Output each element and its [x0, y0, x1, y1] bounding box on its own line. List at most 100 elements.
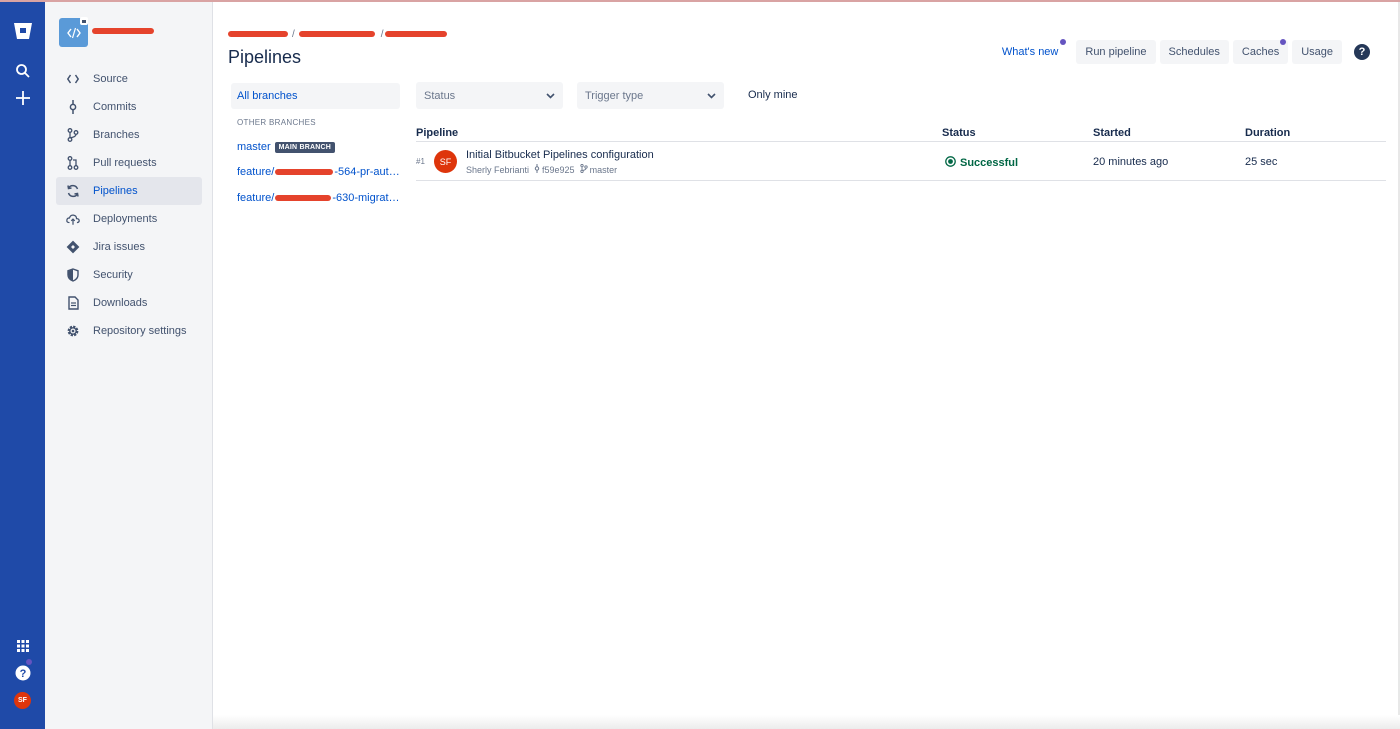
- header-actions: What's new Run pipeline Schedules Caches…: [994, 39, 1370, 64]
- cloud-upload-icon: [66, 212, 80, 226]
- branch-ticket-redacted: [275, 169, 334, 175]
- global-nav: ? SF: [0, 2, 45, 729]
- sidebar-item-downloads[interactable]: Downloads: [56, 289, 202, 317]
- pull-request-icon: [66, 156, 80, 170]
- breadcrumb: / /: [228, 28, 447, 40]
- commit-hash-link[interactable]: f59e925: [542, 165, 575, 175]
- trigger-type-filter-select[interactable]: Trigger type: [577, 82, 724, 109]
- branch-item-feature-630[interactable]: feature/ -630-migrat…: [237, 192, 400, 204]
- author-avatar: SF: [434, 150, 457, 173]
- branch-prefix: feature/: [237, 166, 275, 178]
- app-switcher-icon[interactable]: [12, 635, 34, 657]
- branch-item-master[interactable]: master MAIN BRANCH: [237, 141, 335, 153]
- sidebar-item-pipelines[interactable]: Pipelines: [56, 177, 202, 205]
- column-header-pipeline: Pipeline: [416, 127, 459, 139]
- bitbucket-logo-icon[interactable]: [12, 20, 34, 42]
- help-icon[interactable]: ?: [12, 662, 34, 684]
- branch-suffix: -630-migrat…: [332, 192, 400, 204]
- schedules-button[interactable]: Schedules: [1159, 40, 1229, 64]
- sidebar-item-label: Repository settings: [93, 325, 187, 337]
- whats-new-dot: [1060, 39, 1067, 45]
- breadcrumb-workspace-redacted[interactable]: [228, 31, 288, 37]
- sidebar-item-security[interactable]: Security: [56, 261, 202, 289]
- caches-button[interactable]: Caches: [1232, 39, 1289, 64]
- pipelines-icon: [66, 184, 80, 198]
- success-check-icon: [945, 156, 956, 170]
- whats-new-label: What's new: [1001, 46, 1059, 58]
- page-title: Pipelines: [228, 47, 302, 67]
- sidebar-item-jira-issues[interactable]: Jira issues: [56, 233, 202, 261]
- table-row-divider: [416, 180, 1386, 181]
- all-branches-item[interactable]: All branches: [231, 83, 400, 109]
- chevron-down-icon: [546, 90, 555, 102]
- table-header-divider: [416, 141, 1386, 142]
- status-cell: Successful: [945, 156, 1018, 170]
- sidebar-item-label: Commits: [93, 101, 137, 113]
- status-filter-placeholder: Status: [424, 89, 456, 102]
- create-plus-icon[interactable]: [12, 87, 34, 109]
- main-branch-badge: MAIN BRANCH: [274, 141, 335, 153]
- duration-cell: 25 sec: [1245, 156, 1278, 168]
- branch-name: master: [237, 141, 271, 153]
- breadcrumb-separator: /: [292, 28, 295, 40]
- sidebar-item-label: Branches: [93, 129, 140, 141]
- status-label: Successful: [960, 157, 1019, 169]
- other-branches-heading: OTHER BRANCHES: [237, 118, 316, 127]
- shield-icon: [66, 268, 80, 282]
- column-header-started: Started: [1093, 127, 1131, 139]
- caches-label: Caches: [1241, 46, 1280, 58]
- sidebar-item-label: Pipelines: [93, 185, 138, 197]
- branch-item-feature-564[interactable]: feature/ -564-pr-aut…: [237, 166, 400, 178]
- started-cell: 20 minutes ago: [1093, 156, 1169, 168]
- commit-icon: [66, 100, 80, 114]
- pipeline-number: #1: [416, 157, 425, 166]
- sidebar-item-label: Source: [93, 73, 128, 85]
- branch-icon: [66, 128, 80, 142]
- code-icon: [66, 72, 80, 86]
- sidebar-item-commits[interactable]: Commits: [56, 93, 202, 121]
- sidebar-item-branches[interactable]: Branches: [56, 121, 202, 149]
- chevron-down-icon: [707, 90, 716, 102]
- sidebar-item-deployments[interactable]: Deployments: [56, 205, 202, 233]
- branch-prefix: feature/: [237, 192, 275, 204]
- sidebar-item-label: Jira issues: [93, 241, 145, 253]
- gear-icon: [66, 324, 80, 338]
- branch-icon: [579, 163, 588, 175]
- sidebar-item-repository-settings[interactable]: Repository settings: [56, 317, 202, 345]
- repository-sidebar: Source Commits Branches Pull requests Pi…: [45, 2, 213, 729]
- status-filter-select[interactable]: Status: [416, 82, 563, 109]
- trigger-filter-placeholder: Trigger type: [585, 89, 644, 102]
- breadcrumb-separator: /: [380, 28, 384, 40]
- only-mine-toggle[interactable]: Only mine: [748, 89, 798, 101]
- user-avatar[interactable]: SF: [14, 692, 31, 709]
- run-pipeline-button[interactable]: Run pipeline: [1076, 40, 1156, 64]
- usage-button[interactable]: Usage: [1292, 40, 1342, 64]
- breadcrumb-project-redacted[interactable]: [298, 31, 375, 37]
- sidebar-item-pull-requests[interactable]: Pull requests: [56, 149, 202, 177]
- author-name: Sherly Febrianti: [466, 164, 530, 175]
- search-icon[interactable]: [12, 60, 34, 82]
- sidebar-item-label: Security: [93, 269, 133, 281]
- jira-icon: [66, 240, 80, 254]
- caches-dot: [1280, 39, 1287, 45]
- branch-name-link[interactable]: master: [590, 165, 618, 175]
- help-button[interactable]: ?: [1354, 44, 1370, 60]
- pipeline-meta: Sherly Febrianti f59e925 master: [466, 163, 618, 175]
- sidebar-item-label: Downloads: [93, 297, 148, 309]
- whats-new-link[interactable]: What's new: [994, 39, 1067, 64]
- sidebar-item-source[interactable]: Source: [56, 65, 202, 93]
- file-icon: [66, 296, 80, 310]
- repo-name-redacted[interactable]: [92, 28, 154, 34]
- sidebar-item-label: Deployments: [93, 213, 158, 225]
- svg-text:?: ?: [20, 668, 27, 680]
- pipeline-title-link[interactable]: Initial Bitbucket Pipelines configuratio…: [466, 149, 654, 161]
- branch-ticket-redacted: [275, 195, 332, 201]
- commit-icon: [534, 164, 540, 175]
- help-notification-dot: [26, 659, 32, 665]
- breadcrumb-repo-redacted[interactable]: [384, 31, 447, 37]
- window-bottom-edge: [213, 715, 1400, 729]
- column-header-status: Status: [942, 127, 976, 139]
- lock-icon: [80, 17, 88, 25]
- sidebar-item-label: Pull requests: [93, 157, 157, 169]
- column-header-duration: Duration: [1245, 127, 1291, 139]
